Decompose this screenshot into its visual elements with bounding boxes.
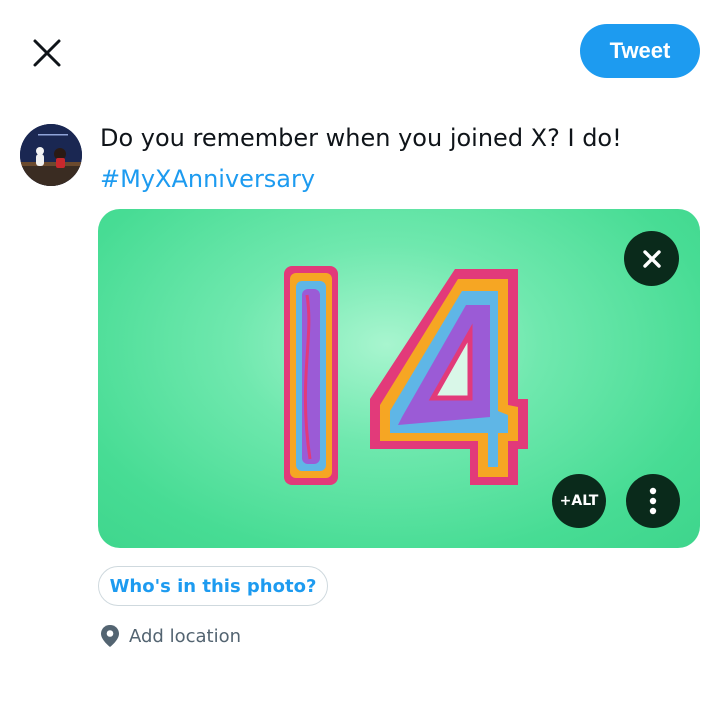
media-preview[interactable] xyxy=(98,209,700,548)
tweet-button[interactable]: Tweet xyxy=(580,24,700,78)
media-more-button[interactable] xyxy=(626,474,680,528)
tweet-body: Do you remember when you joined X? I do! xyxy=(100,124,622,152)
add-location-label: Add location xyxy=(129,625,241,647)
add-location-button[interactable]: Add location xyxy=(100,622,241,650)
add-alt-text-button[interactable]: +ALT xyxy=(552,474,606,528)
tweet-text[interactable]: Do you remember when you joined X? I do!… xyxy=(100,118,660,200)
tag-people-button[interactable]: Who's in this photo? xyxy=(98,566,328,606)
avatar xyxy=(20,124,82,186)
close-icon xyxy=(33,39,61,67)
remove-media-button[interactable] xyxy=(624,231,679,286)
anniversary-14-image xyxy=(284,266,528,485)
close-icon xyxy=(642,249,661,268)
more-vertical-icon xyxy=(649,487,657,515)
location-pin-icon xyxy=(101,625,119,647)
close-button[interactable] xyxy=(28,34,66,72)
hashtag-link[interactable]: #MyXAnniversary xyxy=(100,159,660,200)
